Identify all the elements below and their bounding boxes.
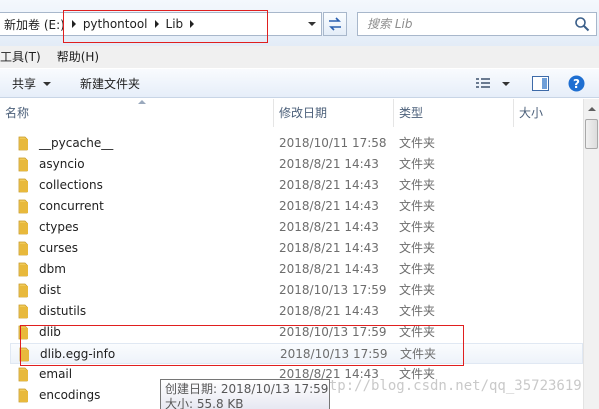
- command-toolbar: 共享 新建文件夹 ?: [0, 68, 599, 98]
- file-date: 2018/8/21 14:43: [279, 304, 379, 318]
- file-type: 文件夹: [399, 136, 436, 150]
- chevron-down-icon: [308, 22, 316, 26]
- chevron-up-icon: [587, 106, 596, 111]
- file-row[interactable]: distutils 2018/8/21 14:43 文件夹: [10, 301, 583, 322]
- breadcrumb-pythontool[interactable]: pythontool: [79, 13, 152, 35]
- file-row[interactable]: concurrent 2018/8/21 14:43 文件夹: [10, 196, 583, 217]
- file-name: encodings: [39, 388, 101, 402]
- breadcrumb-separator-icon[interactable]: [190, 20, 195, 28]
- breadcrumb-separator-icon[interactable]: [154, 20, 159, 28]
- vertical-scrollbar[interactable]: [583, 99, 599, 409]
- address-history-dropdown[interactable]: [303, 13, 321, 35]
- file-name: distutils: [39, 304, 87, 318]
- file-type: 文件夹: [399, 325, 436, 339]
- file-name: __pycache__: [39, 136, 114, 150]
- column-headers: 名称 修改日期 类型 大小: [0, 99, 583, 127]
- file-type: 文件夹: [399, 262, 436, 276]
- column-date[interactable]: 修改日期: [274, 99, 393, 127]
- refresh-button[interactable]: [323, 12, 347, 36]
- breadcrumb-drive[interactable]: 新加卷 (E:): [0, 13, 69, 35]
- file-name: dist: [39, 283, 61, 297]
- help-icon: ?: [568, 75, 585, 92]
- file-date: 2018/8/21 14:43: [279, 199, 379, 213]
- menu-tools[interactable]: 工具(T): [0, 46, 49, 68]
- file-date: 2018/8/21 14:43: [279, 178, 379, 192]
- search-input[interactable]: [358, 13, 570, 35]
- change-view-button[interactable]: [476, 69, 510, 98]
- column-name[interactable]: 名称: [0, 99, 273, 127]
- scroll-up-button[interactable]: [584, 101, 599, 116]
- file-type: 文件夹: [399, 367, 436, 381]
- column-type[interactable]: 类型: [394, 99, 513, 127]
- file-date: 2018/8/21 14:43: [279, 157, 379, 171]
- file-type: 文件夹: [399, 199, 436, 213]
- menu-help[interactable]: 帮助(H): [49, 46, 107, 68]
- file-date: 2018/8/21 14:43: [279, 262, 379, 276]
- breadcrumb-separator-icon[interactable]: [71, 20, 76, 28]
- new-folder-label: 新建文件夹: [80, 77, 141, 91]
- file-row[interactable]: dbm 2018/8/21 14:43 文件夹: [10, 259, 583, 280]
- file-name: dlib.egg-info: [40, 347, 116, 361]
- tooltip-size: 大小: 55.8 KB: [165, 397, 244, 409]
- file-date: 2018/8/21 14:43: [279, 220, 379, 234]
- file-type: 文件夹: [399, 283, 436, 297]
- file-name: concurrent: [39, 199, 104, 213]
- preview-pane-button[interactable]: [532, 69, 549, 98]
- file-date: 2018/10/11 17:58: [279, 136, 387, 150]
- file-tooltip: 创建日期: 2018/10/13 17:59 大小: 55.8 KB: [160, 379, 330, 409]
- search-icon[interactable]: [574, 16, 590, 32]
- file-row[interactable]: __pycache__ 2018/10/11 17:58 文件夹: [10, 133, 583, 154]
- file-type: 文件夹: [399, 241, 436, 255]
- view-details-icon: [476, 78, 490, 88]
- file-row[interactable]: curses 2018/8/21 14:43 文件夹: [10, 238, 583, 259]
- file-row[interactable]: dlib 2018/10/13 17:59 文件夹: [10, 322, 583, 343]
- file-name: email: [39, 367, 73, 381]
- menu-bar: 工具(T) 帮助(H): [0, 46, 599, 68]
- file-row[interactable]: asyncio 2018/8/21 14:43 文件夹: [10, 154, 583, 175]
- chevron-down-icon: [502, 81, 510, 86]
- breadcrumb-lib[interactable]: Lib: [162, 13, 188, 35]
- file-name: dlib: [39, 325, 61, 339]
- preview-pane-icon: [532, 76, 549, 91]
- file-row[interactable]: dist 2018/10/13 17:59 文件夹: [10, 280, 583, 301]
- file-date: 2018/8/21 14:43: [279, 241, 379, 255]
- scrollbar-thumb[interactable]: [585, 119, 598, 149]
- search-box[interactable]: [357, 12, 597, 36]
- address-area: 新加卷 (E:) pythontool Lib: [0, 0, 599, 46]
- file-row[interactable]: ctypes 2018/8/21 14:43 文件夹: [10, 217, 583, 238]
- file-type: 文件夹: [399, 304, 436, 318]
- help-button[interactable]: ?: [568, 69, 585, 98]
- file-row[interactable]: dlib.egg-info 2018/10/13 17:59 文件夹: [10, 343, 583, 364]
- file-type: 文件夹: [399, 220, 436, 234]
- file-date: 2018/10/13 17:59: [279, 325, 387, 339]
- file-date: 2018/10/13 17:59: [279, 283, 387, 297]
- file-date: 2018/10/13 17:59: [280, 347, 388, 361]
- file-type: 文件夹: [399, 178, 436, 192]
- file-row[interactable]: collections 2018/8/21 14:43 文件夹: [10, 175, 583, 196]
- column-size[interactable]: 大小: [514, 99, 583, 127]
- file-name: curses: [39, 241, 79, 255]
- refresh-icon: [329, 17, 341, 31]
- share-label: 共享: [12, 77, 37, 91]
- new-folder-button[interactable]: 新建文件夹: [80, 69, 140, 98]
- file-type: 文件夹: [399, 157, 436, 171]
- folder-icon: [18, 388, 30, 409]
- svg-text:?: ?: [573, 77, 580, 91]
- file-name: collections: [39, 178, 103, 192]
- share-button[interactable]: 共享: [12, 69, 52, 98]
- file-type: 文件夹: [400, 347, 437, 361]
- file-name: asyncio: [39, 157, 85, 171]
- file-name: dbm: [39, 262, 66, 276]
- address-bar[interactable]: 新加卷 (E:) pythontool Lib: [0, 12, 322, 36]
- file-name: ctypes: [39, 220, 79, 234]
- chevron-down-icon: [43, 81, 52, 86]
- tooltip-created: 创建日期: 2018/10/13 17:59: [165, 382, 329, 396]
